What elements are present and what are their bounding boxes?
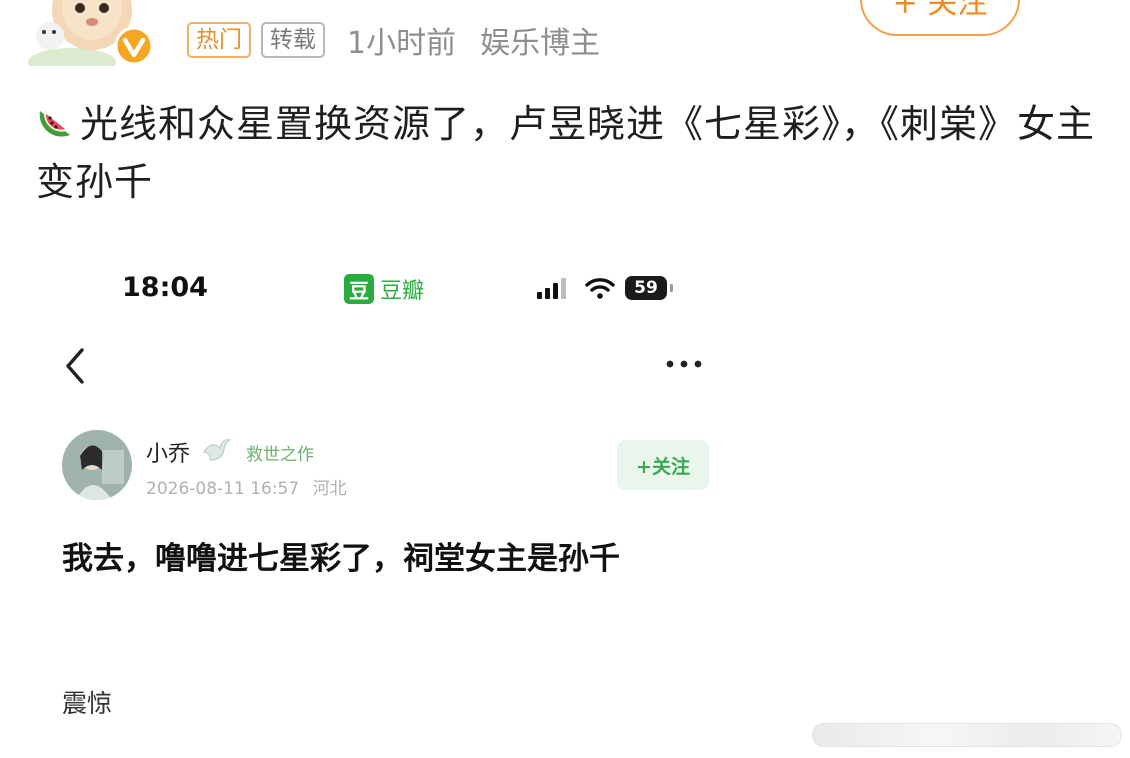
scroll-indicator bbox=[812, 723, 1122, 747]
back-arrow-icon[interactable] bbox=[60, 344, 90, 388]
post-date: 2026-08-11 16:57 bbox=[146, 479, 300, 499]
user-avatar[interactable] bbox=[62, 430, 132, 500]
user-badge: 救世之作 bbox=[246, 445, 314, 465]
status-icons: 59 bbox=[537, 276, 673, 300]
bird-icon bbox=[203, 439, 232, 461]
headline-text: 光线和众星置换资源了，卢昱晓进《七星彩》，《刺棠》女主变孙千 bbox=[36, 102, 1096, 204]
signal-icon bbox=[537, 278, 566, 299]
user-post-meta: 2026-08-11 16:57 河北 bbox=[146, 474, 347, 499]
embedded-post-title: 我去，噜噜进七星彩了，祠堂女主是孙千 bbox=[62, 541, 620, 577]
douban-app-name: 豆瓣 bbox=[380, 279, 425, 304]
douban-app-badge: 豆 豆瓣 bbox=[344, 273, 424, 305]
battery-icon: 59 bbox=[625, 276, 673, 300]
author-type: 娱乐博主 bbox=[480, 26, 601, 61]
user-follow-button[interactable]: +关注 bbox=[617, 440, 709, 490]
user-name[interactable]: 小乔 bbox=[146, 436, 190, 468]
douban-logo-icon: 豆 bbox=[344, 274, 374, 304]
embedded-post-body: 震惊 bbox=[62, 689, 113, 718]
post-location: 河北 bbox=[312, 479, 347, 499]
weibo-post: 热门 转载 1小时前 娱乐博主 + 关注 光线和众星置换资源了，卢昱晓进《七星彩… bbox=[0, 0, 1130, 758]
post-headline: 光线和众星置换资源了，卢昱晓进《七星彩》，《刺棠》女主变孙千 bbox=[36, 95, 1106, 211]
status-time: 18:04 bbox=[122, 272, 208, 303]
post-meta: 热门 转载 1小时前 娱乐博主 bbox=[187, 20, 601, 61]
follow-button[interactable]: + 关注 bbox=[860, 0, 1020, 36]
watermelon-icon bbox=[39, 111, 70, 137]
post-time: 1小时前 bbox=[347, 26, 457, 61]
verified-icon bbox=[114, 26, 154, 66]
more-icon[interactable] bbox=[662, 352, 706, 376]
hot-tag: 热门 bbox=[187, 22, 251, 58]
repost-tag: 转载 bbox=[261, 22, 325, 58]
wifi-icon bbox=[585, 278, 615, 299]
